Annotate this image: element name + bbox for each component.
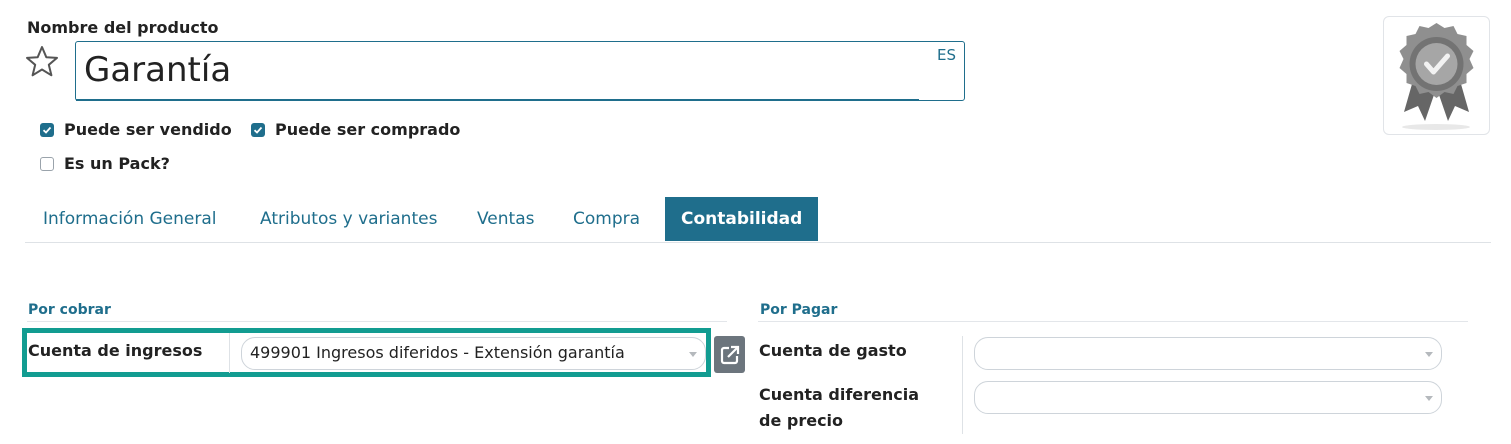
field-separator (962, 336, 963, 434)
checkbox-unchecked-icon[interactable] (40, 156, 54, 171)
checkbox-checked-icon[interactable] (40, 122, 54, 137)
chevron-down-icon (1425, 352, 1433, 357)
income-account-value: 499901 Ingresos diferidos - Extensión ga… (250, 343, 625, 362)
checkbox-label: Puede ser comprado (275, 120, 461, 139)
language-button[interactable]: ES (937, 46, 956, 64)
checkbox-label: Puede ser vendido (64, 120, 232, 139)
price-difference-label-line2: de precio (759, 411, 844, 430)
tab-attributes-variants[interactable]: Atributos y variantes (260, 197, 437, 241)
badge-check-icon (1399, 23, 1474, 130)
chevron-down-icon (689, 352, 697, 357)
tab-general-info[interactable]: Información General (43, 197, 217, 241)
checkbox-is-pack[interactable]: Es un Pack? (40, 154, 170, 173)
expense-account-label: Cuenta de gasto (759, 341, 907, 360)
price-difference-account-label: Cuenta diferencia de precio (759, 382, 919, 434)
tab-purchase[interactable]: Compra (573, 197, 640, 241)
expense-account-select[interactable] (974, 337, 1442, 370)
section-divider (27, 321, 727, 322)
checkbox-can-be-purchased[interactable]: Puede ser comprado (251, 120, 460, 139)
checkbox-label: Es un Pack? (64, 154, 170, 173)
tab-accounting[interactable]: Contabilidad (665, 197, 819, 241)
checkbox-can-be-sold[interactable]: Puede ser vendido (40, 120, 232, 139)
product-name-label: Nombre del producto (27, 18, 219, 37)
price-difference-label-line1: Cuenta diferencia (759, 385, 920, 404)
product-image[interactable] (1383, 16, 1490, 135)
section-divider (758, 321, 1468, 322)
income-account-select[interactable]: 499901 Ingresos diferidos - Extensión ga… (241, 337, 706, 370)
field-separator (229, 333, 230, 373)
chevron-down-icon (1425, 396, 1433, 401)
external-link-icon (720, 345, 739, 364)
tab-sales[interactable]: Ventas (477, 197, 534, 241)
income-account-label: Cuenta de ingresos (28, 341, 203, 360)
star-icon[interactable] (24, 44, 60, 80)
input-underline (76, 99, 919, 101)
section-title-payable: Por Pagar (760, 302, 838, 318)
product-name-value: Garantía (84, 50, 232, 90)
section-title-receivable: Por cobrar (28, 302, 111, 318)
notebook-tabs: Información General Atributos y variante… (25, 197, 1491, 243)
product-name-input[interactable]: Garantía ES (75, 41, 965, 101)
price-difference-account-select[interactable] (974, 381, 1442, 414)
checkbox-checked-icon[interactable] (251, 122, 265, 137)
external-link-button[interactable] (714, 336, 745, 373)
